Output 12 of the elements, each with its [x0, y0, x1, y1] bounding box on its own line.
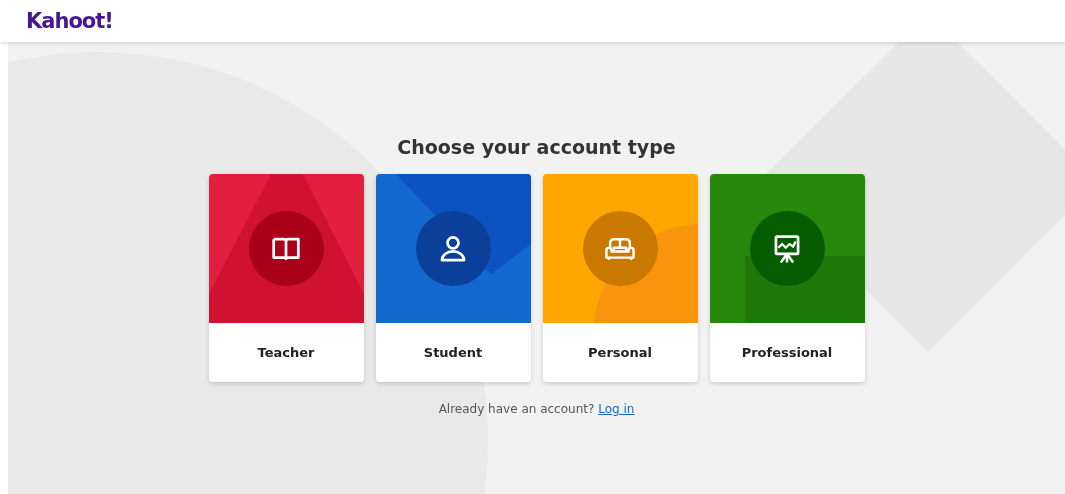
page-title: Choose your account type	[397, 136, 676, 158]
account-type-card[interactable]: Student	[375, 174, 531, 382]
account-type-card[interactable]: Professional	[709, 174, 865, 382]
card-label: Personal	[587, 344, 653, 362]
logo[interactable]: Kahoot!	[26, 9, 113, 33]
card-label: Student	[422, 344, 484, 362]
login-prompt: Already have an account? Log in	[438, 402, 635, 416]
card-label: Teacher	[256, 344, 316, 362]
card-label: Professional	[740, 344, 834, 362]
login-link[interactable]: Log in	[598, 402, 635, 416]
account-type-card[interactable]: Teacher	[208, 174, 364, 382]
account-type-card[interactable]: Personal	[542, 174, 698, 382]
